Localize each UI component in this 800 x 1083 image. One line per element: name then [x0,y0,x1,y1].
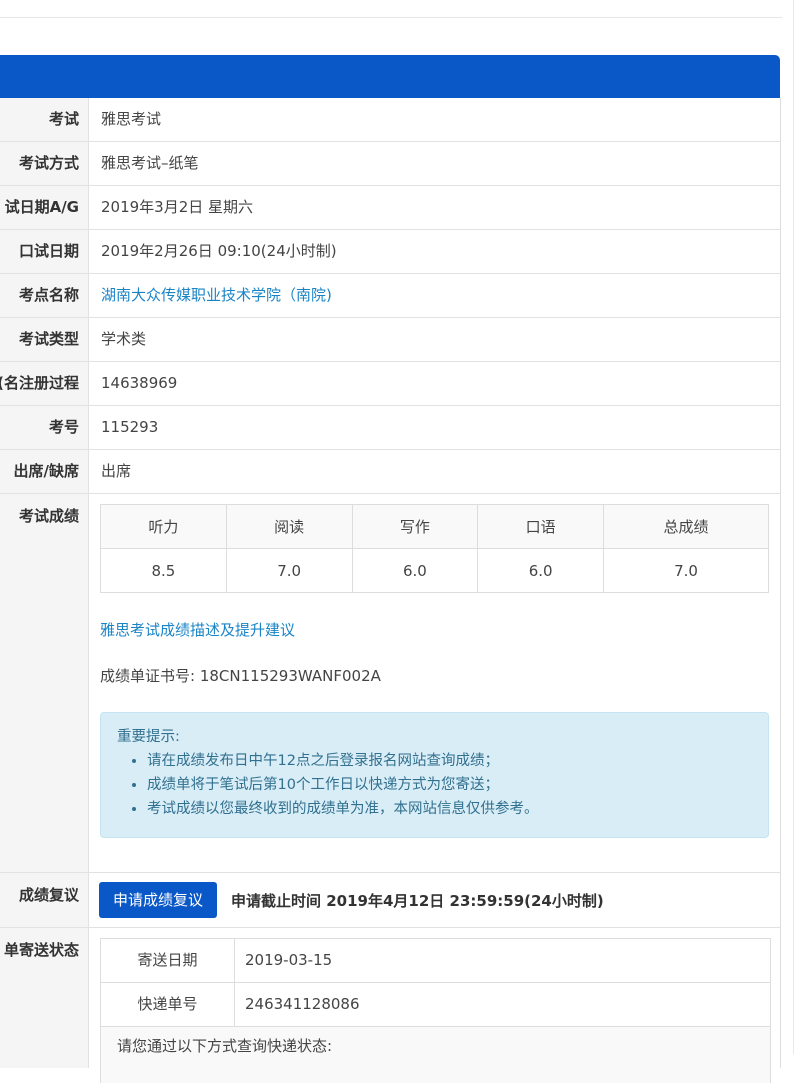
shipping-date-row: 寄送日期 2019-03-15 [101,939,770,983]
row-label: 考号 [0,406,89,449]
row-label: 成绩复议 [0,873,89,927]
score-header: 阅读 [225,504,353,549]
scrollbar-track[interactable] [793,0,794,1054]
row-scores: 考试成绩 听力 阅读 写作 口语 总成绩 8.5 7.0 6.0 6.0 7.0 [0,494,780,873]
scores-cell: 听力 阅读 写作 口语 总成绩 8.5 7.0 6.0 6.0 7.0 雅思考试… [89,494,780,872]
row-attendance: 出席/缺席 出席 [0,450,780,494]
row-speaking-date: 口试日期 2019年2月26日 09:10(24小时制) [0,230,780,274]
row-label: 考点名称 [0,274,89,317]
row-center: 考点名称 湖南大众传媒职业技术学院（南院) [0,274,780,318]
row-exam: 考试 雅思考试 [0,98,780,142]
row-label: 名注册过程) [0,362,89,405]
notice-list: 请在成绩发布日中午12点之后登录报名网站查询成绩； 成绩单将于笔试后第10个工作… [117,749,752,821]
row-registration: 名注册过程) 14638969 [0,362,780,406]
shipping-cell: 寄送日期 2019-03-15 快递单号 246341128086 请您通过以下… [89,928,781,1083]
tracking-label: 快递单号 [101,983,235,1026]
panel-header [0,55,780,98]
score-description-link[interactable]: 雅思考试成绩描述及提升建议 [100,620,770,640]
notice-item: 成绩单将于笔试后第10个工作日以快递方式为您寄送； [147,773,752,797]
row-label: 单寄送状态 [0,928,89,1068]
score-table: 听力 阅读 写作 口语 总成绩 8.5 7.0 6.0 6.0 7.0 [100,504,769,593]
score-value: 6.0 [477,548,604,593]
notice-title: 重要提示: [117,729,180,745]
row-label: 试日期A/G [0,186,89,229]
row-value: 雅思考试 [101,110,162,128]
row-label: 出席/缺席 [0,450,89,493]
score-value: 7.0 [225,548,353,593]
request-review-button[interactable]: 申请成绩复议 [99,882,218,918]
row-value: 出席 [101,462,132,480]
row-label: 考试成绩 [0,494,89,872]
row-date: 试日期A/G 2019年3月2日 星期六 [0,186,780,230]
row-candidate-number: 考号 115293 [0,406,780,450]
notice-item: 请在成绩发布日中午12点之后登录报名网站查询成绩； [147,749,752,773]
shipping-table: 寄送日期 2019-03-15 快递单号 246341128086 请您通过以下… [100,938,771,1083]
top-divider [0,17,782,18]
row-value: 2019年3月2日 星期六 [101,198,254,216]
tracking-note: 请您通过以下方式查询快递状态: [101,1027,770,1083]
row-value: 雅思考试–纸笔 [101,154,199,172]
row-label: 考试 [0,98,89,141]
score-header: 总成绩 [603,504,769,549]
certificate-number: 成绩单证书号: 18CN115293WANF002A [100,667,381,685]
score-header: 口语 [477,504,604,549]
row-label: 考试方式 [0,142,89,185]
score-header: 写作 [351,504,479,549]
row-type: 考试类型 学术类 [0,318,780,362]
score-value: 7.0 [603,548,769,593]
review-cell: 申请成绩复议 申请截止时间 2019年4月12日 23:59:59(24小时制) [89,873,780,927]
score-value: 8.5 [100,548,227,593]
row-value: 学术类 [101,330,147,348]
row-shipping: 单寄送状态 寄送日期 2019-03-15 快递单号 246341128086 … [0,928,781,1083]
row-label: 考试类型 [0,318,89,361]
tracking-row: 快递单号 246341128086 [101,983,770,1027]
row-label: 口试日期 [0,230,89,273]
row-mode: 考试方式 雅思考试–纸笔 [0,142,780,186]
score-header: 听力 [100,504,227,549]
row-review: 成绩复议 申请成绩复议 申请截止时间 2019年4月12日 23:59:59(2… [0,873,780,928]
tracking-value: 246341128086 [245,995,360,1013]
center-link[interactable]: 湖南大众传媒职业技术学院（南院) [89,274,780,317]
result-table: 考试 雅思考试 考试方式 雅思考试–纸笔 试日期A/G 2019年3月2日 星期… [0,98,781,1083]
review-deadline: 申请截止时间 2019年4月12日 23:59:59(24小时制) [231,891,604,910]
shipping-date-label: 寄送日期 [101,939,235,982]
row-value: 115293 [101,418,159,436]
score-value: 6.0 [351,548,479,593]
shipping-date-value: 2019-03-15 [245,951,333,969]
row-value: 14638969 [101,374,178,392]
notice-box: 重要提示: 请在成绩发布日中午12点之后登录报名网站查询成绩； 成绩单将于笔试后… [100,712,769,838]
row-value: 2019年2月26日 09:10(24小时制) [101,242,337,260]
notice-item: 考试成绩以您最终收到的成绩单为准，本网站信息仅供参考。 [147,797,752,821]
